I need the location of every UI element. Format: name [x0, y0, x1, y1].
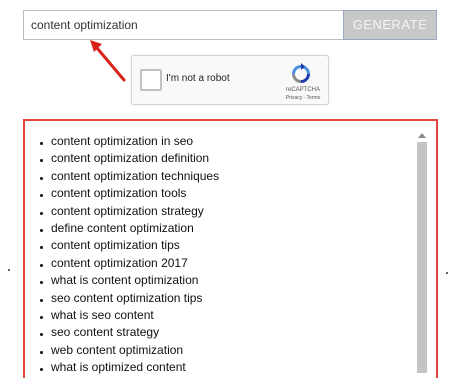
results-list: content optimization in seo content optim… [25, 133, 219, 376]
result-item[interactable]: content optimization tips [25, 237, 219, 254]
recaptcha-checkbox[interactable] [140, 69, 162, 91]
result-item[interactable]: content optimization 2017 [25, 255, 219, 272]
result-item[interactable]: what is content optimization [25, 272, 219, 289]
search-row: content optimization GENERATE [23, 10, 437, 40]
scrollbar-thumb[interactable] [417, 142, 427, 373]
result-item[interactable]: what is seo content [25, 307, 219, 324]
recaptcha-label: I'm not a robot [166, 73, 230, 84]
recaptcha-logo-icon [292, 63, 310, 83]
red-arrow-annotation-icon [90, 40, 126, 82]
stray-dot [8, 269, 10, 271]
generate-button[interactable]: GENERATE [343, 10, 437, 40]
result-item[interactable]: define content optimization [25, 220, 219, 237]
results-scrollbar[interactable] [415, 133, 429, 373]
recaptcha-widget: I'm not a robot reCAPTCHA Privacy - Term… [131, 55, 329, 105]
result-item[interactable]: what is optimized content [25, 359, 219, 376]
result-item[interactable]: content optimization strategy [25, 203, 219, 220]
recaptcha-brand-text: reCAPTCHA [285, 87, 320, 93]
result-item[interactable]: seo content optimization tips [25, 290, 219, 307]
result-item[interactable]: content optimization in seo [25, 133, 219, 150]
result-item[interactable]: web content optimization [25, 342, 219, 359]
result-item[interactable]: content optimization tools [25, 185, 219, 202]
stray-dot [446, 272, 448, 274]
keyword-input[interactable]: content optimization [23, 10, 350, 40]
results-panel[interactable]: content optimization in seo content optim… [23, 119, 438, 378]
result-item[interactable]: content optimization techniques [25, 168, 219, 185]
keyword-generator-page: content optimization GENERATE I'm not a … [0, 0, 460, 378]
recaptcha-privacy-terms-links[interactable]: Privacy - Terms [280, 95, 326, 101]
result-item[interactable]: content optimization definition [25, 150, 219, 167]
scroll-up-arrow-icon[interactable] [418, 133, 426, 138]
result-item[interactable]: seo content strategy [25, 324, 219, 341]
